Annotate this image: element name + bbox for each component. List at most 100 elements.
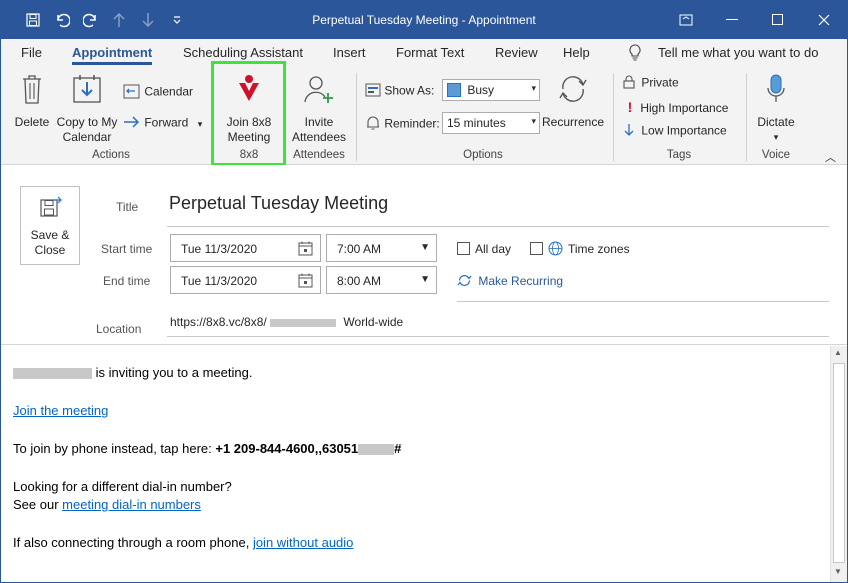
copy-to-calendar-button[interactable]: Copy to My Calendar <box>54 73 120 145</box>
reminder-label: Reminder: <box>365 115 440 134</box>
ribbon-display-options-icon[interactable] <box>663 1 709 39</box>
dialin-numbers-link[interactable]: meeting dial-in numbers <box>62 497 201 512</box>
lightbulb-icon <box>628 44 642 64</box>
title-field[interactable]: Perpetual Tuesday Meeting <box>169 193 388 214</box>
busy-color-swatch <box>447 83 461 97</box>
forward-button[interactable]: Forward ▾ <box>123 115 202 132</box>
end-time-dropdown[interactable]: 8:00 AM ▼ <box>326 266 437 294</box>
ribbon-separator <box>613 73 614 161</box>
start-date-picker[interactable]: Tue 11/3/2020 <box>170 234 321 262</box>
show-as-dropdown[interactable]: Busy ▾ <box>442 79 540 101</box>
join-meeting-link-line: Join the meeting <box>13 403 108 418</box>
dialin-question: Looking for a different dial-in number? <box>13 479 232 494</box>
reminder-dropdown[interactable]: 15 minutes ▾ <box>442 112 540 134</box>
location-label: Location <box>96 322 142 336</box>
appointment-window: Perpetual Tuesday Meeting - Appointment … <box>0 0 848 583</box>
invite-line: is inviting you to a meeting. <box>13 365 252 380</box>
globe-icon <box>548 241 563 259</box>
redacted-pin <box>358 444 395 456</box>
phone-number: +1 209-844-4600,,63051 <box>215 441 359 456</box>
scroll-down-icon[interactable]: ▼ <box>834 567 842 576</box>
delete-button[interactable]: Delete <box>13 73 51 130</box>
recurrence-icon <box>541 73 605 109</box>
dialin-line: See our meeting dial-in numbers <box>13 497 201 512</box>
chevron-down-icon: ▼ <box>420 242 430 253</box>
chevron-down-icon: ▾ <box>773 132 779 142</box>
time-zones-checkbox[interactable] <box>530 242 543 255</box>
title-underline <box>167 226 829 227</box>
join-without-audio-link[interactable]: join without audio <box>253 535 353 550</box>
title-label: Title <box>116 200 139 214</box>
tab-scheduling-assistant[interactable]: Scheduling Assistant <box>183 45 303 60</box>
redacted-text <box>270 318 337 327</box>
private-button[interactable]: Private <box>623 75 679 92</box>
phone-line: To join by phone instead, tap here: +1 2… <box>13 441 402 456</box>
bell-icon <box>365 115 381 134</box>
chevron-down-icon: ▾ <box>197 118 203 129</box>
lock-icon <box>623 75 635 92</box>
chevron-down-icon: ▼ <box>420 274 430 285</box>
save-close-icon <box>21 196 79 220</box>
add-person-icon <box>289 73 349 109</box>
low-importance-button[interactable]: Low Importance <box>623 123 727 140</box>
calendar-copy-icon <box>54 73 120 109</box>
show-as-icon <box>365 83 381 100</box>
close-button[interactable] <box>801 1 847 39</box>
recurrence-button[interactable]: Recurrence <box>541 73 605 130</box>
save-close-button[interactable]: Save & Close <box>20 186 80 265</box>
ribbon-separator <box>356 73 357 161</box>
start-time-label: Start time <box>101 242 153 256</box>
group-label-actions: Actions <box>92 149 130 161</box>
arrow-down-icon <box>623 123 635 140</box>
forward-arrow-icon <box>123 115 141 132</box>
group-label-options: Options <box>463 149 503 161</box>
tab-help[interactable]: Help <box>563 45 590 60</box>
minimize-button[interactable] <box>709 1 755 39</box>
tab-appointment[interactable]: Appointment <box>72 45 153 65</box>
tab-format-text[interactable]: Format Text <box>396 45 464 60</box>
start-time-dropdown[interactable]: 7:00 AM ▼ <box>326 234 437 262</box>
meeting-body[interactable]: is inviting you to a meeting. Join the m… <box>1 346 830 582</box>
collapse-ribbon-icon[interactable]: ︿ <box>825 149 836 165</box>
chevron-down-icon: ▾ <box>531 83 536 93</box>
tab-review[interactable]: Review <box>495 45 538 60</box>
calendar-arrow-icon <box>123 83 141 102</box>
title-bar: Perpetual Tuesday Meeting - Appointment <box>1 1 847 39</box>
vertical-scrollbar[interactable]: ▲ ▼ <box>830 346 847 582</box>
dictate-button[interactable]: Dictate ▾ <box>753 73 799 145</box>
location-field[interactable]: https://8x8.vc/8x8/ World-wide <box>170 315 403 329</box>
tab-file[interactable]: File <box>21 45 42 60</box>
location-underline <box>167 336 829 337</box>
appointment-form: Save & Close Title Perpetual Tuesday Mee… <box>1 165 847 345</box>
recurrence-icon <box>457 273 472 291</box>
chevron-down-icon: ▾ <box>531 116 536 126</box>
maximize-button[interactable] <box>755 1 801 39</box>
scroll-up-icon[interactable]: ▲ <box>834 348 842 357</box>
high-importance-button[interactable]: ! High Importance <box>623 99 729 115</box>
microphone-icon <box>753 73 799 109</box>
all-day-checkbox[interactable] <box>457 242 470 255</box>
options-divider <box>457 301 829 302</box>
group-label-attendees: Attendees <box>293 149 345 161</box>
ribbon-tabs: File Appointment Scheduling Assistant In… <box>1 39 847 67</box>
scroll-thumb[interactable] <box>833 363 845 563</box>
tell-me-search[interactable]: Tell me what you want to do <box>658 45 818 60</box>
calendar-icon <box>298 273 313 291</box>
exclamation-icon: ! <box>627 99 633 115</box>
join-meeting-link[interactable]: Join the meeting <box>13 403 108 418</box>
end-time-label: End time <box>103 274 151 288</box>
highlight-box <box>211 61 286 166</box>
calendar-icon <box>298 241 313 259</box>
trash-icon <box>13 73 51 109</box>
ribbon-separator <box>746 73 747 161</box>
calendar-button[interactable]: Calendar <box>123 83 193 102</box>
tab-insert[interactable]: Insert <box>333 45 366 60</box>
ribbon: Delete Copy to My Calendar Calendar Forw… <box>1 61 847 166</box>
invite-attendees-button[interactable]: Invite Attendees <box>289 73 349 145</box>
group-label-tags: Tags <box>666 149 692 161</box>
make-recurring-link[interactable]: Make Recurring <box>457 273 563 291</box>
group-label-voice: Voice <box>761 149 791 161</box>
end-date-picker[interactable]: Tue 11/3/2020 <box>170 266 321 294</box>
show-as-label: Show As: <box>365 83 434 100</box>
time-zones-label: Time zones <box>568 242 630 256</box>
